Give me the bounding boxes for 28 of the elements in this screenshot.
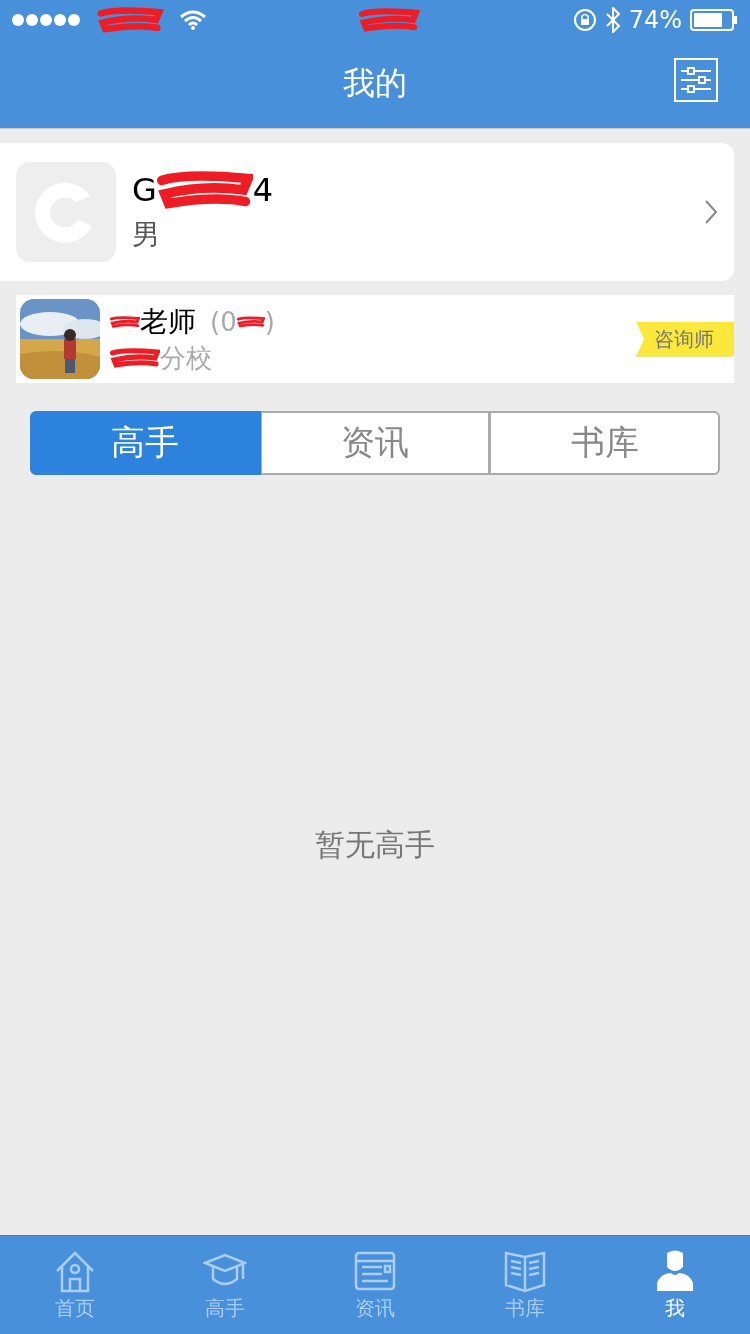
page-title: 我的 (343, 63, 407, 104)
tab-bar-item[interactable]: 高手 (150, 1236, 300, 1334)
profile-card[interactable]: G 4 男 (0, 143, 734, 281)
segment-tab[interactable]: 高手 (30, 411, 261, 475)
tab-bar-item[interactable]: 资讯 (300, 1236, 450, 1334)
user-name-end: 4 (252, 171, 274, 209)
settings-button[interactable] (674, 58, 718, 102)
chevron-right-icon (704, 199, 718, 225)
segment-tab[interactable]: 资讯 (260, 411, 491, 475)
segment-tab[interactable]: 书库 (490, 411, 720, 475)
tab-bar-item[interactable]: 书库 (450, 1236, 600, 1334)
teacher-id-end: ) (264, 306, 275, 337)
gender-label: 男 (132, 217, 161, 253)
tab-bar-item[interactable]: 首页 (0, 1236, 150, 1334)
bluetooth-icon (604, 7, 621, 33)
battery-icon (690, 9, 738, 31)
rotation-lock-icon (572, 8, 597, 32)
battery-percent: 74% (628, 6, 682, 34)
teacher-card[interactable]: 老师 (0 ) 分校 咨询师 (16, 295, 734, 383)
school-name: 分校 (160, 341, 212, 375)
teacher-id-start: (0 (210, 306, 237, 337)
signal-icon (12, 13, 80, 27)
wifi-icon (180, 10, 206, 30)
user-name: G (132, 171, 157, 209)
tab-bar-item[interactable]: 我 (600, 1236, 750, 1334)
empty-message: 暂无高手 (315, 825, 435, 864)
teacher-name: 老师 (140, 303, 196, 340)
role-tag: 咨询师 (636, 321, 734, 357)
